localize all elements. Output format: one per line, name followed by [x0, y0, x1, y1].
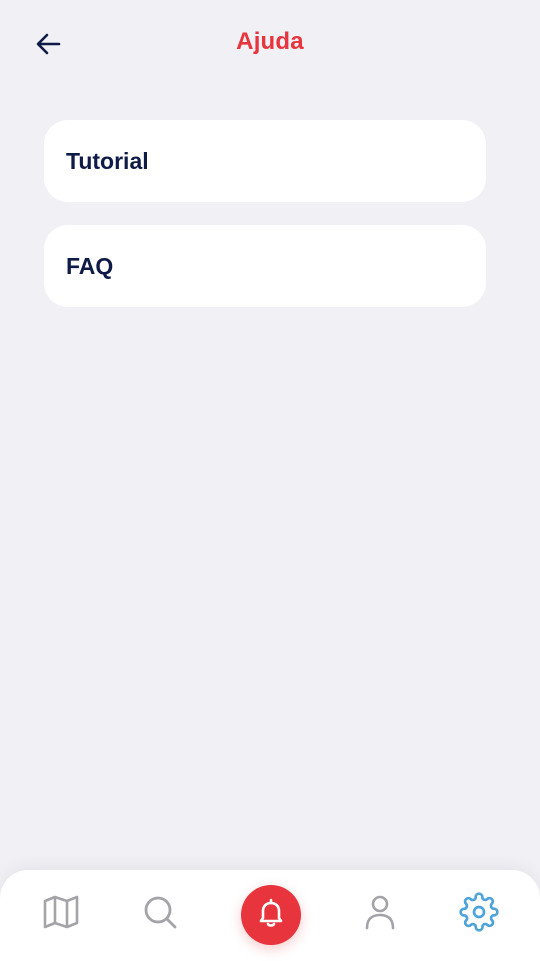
bottom-navigation [0, 870, 540, 961]
gear-icon [459, 891, 499, 937]
bell-icon [254, 896, 288, 935]
app-header: Ajuda [0, 0, 540, 90]
nav-alert-button[interactable] [241, 885, 301, 945]
faq-menu-item[interactable]: FAQ [44, 225, 486, 307]
user-icon [362, 893, 398, 936]
tutorial-label: Tutorial [66, 147, 149, 174]
nav-map-button[interactable] [39, 892, 83, 936]
faq-label: FAQ [66, 252, 114, 279]
search-icon [141, 893, 179, 936]
nav-profile-button[interactable] [358, 892, 402, 936]
help-menu: Tutorial FAQ [44, 120, 486, 330]
tutorial-menu-item[interactable]: Tutorial [44, 120, 486, 202]
map-icon [41, 892, 81, 937]
nav-search-button[interactable] [138, 892, 182, 936]
nav-settings-button[interactable] [457, 891, 501, 937]
page-title: Ajuda [236, 28, 304, 55]
